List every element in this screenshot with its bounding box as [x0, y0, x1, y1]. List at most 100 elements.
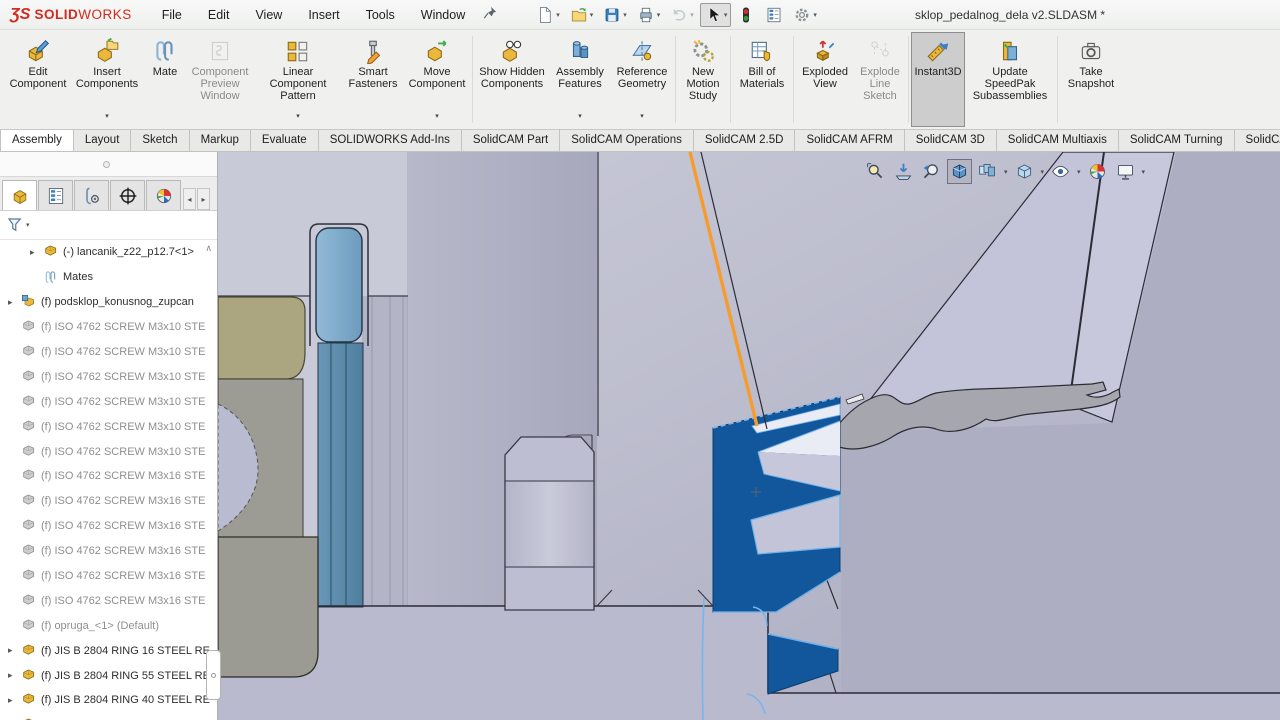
dropdown-icon[interactable]: ▾: [556, 11, 560, 19]
tab-solidcam-multiaxis[interactable]: SolidCAM Multiaxis: [997, 130, 1119, 151]
tree-scroll-up-icon[interactable]: ∧: [205, 243, 212, 254]
tab-solidcam-part[interactable]: SolidCAM Part: [462, 130, 560, 151]
tree-item[interactable]: (f) ISO 4762 SCREW M3x10 STE: [0, 389, 217, 414]
ribbon-button-bill-of-materials[interactable]: Bill of Materials: [733, 32, 791, 127]
expand-arrow-icon[interactable]: ▸: [30, 247, 43, 258]
menu-file[interactable]: File: [162, 8, 182, 22]
dropdown-icon[interactable]: ▾: [813, 11, 817, 19]
menu-window[interactable]: Window: [421, 8, 465, 22]
ribbon-button-explode-line-sketch[interactable]: Explode Line Sketch: [854, 32, 906, 127]
dropdown-icon[interactable]: ▾: [435, 111, 439, 123]
undo-button[interactable]: ▾: [666, 3, 698, 27]
tab-propertymanager[interactable]: [38, 180, 73, 210]
expand-arrow-icon[interactable]: ▸: [8, 670, 21, 681]
dropdown-icon[interactable]: ▾: [657, 11, 661, 19]
tab-solidcam-operations[interactable]: SolidCAM Operations: [560, 130, 694, 151]
section-view-button[interactable]: [947, 159, 972, 184]
ribbon-button-move-component[interactable]: Move Component▾: [404, 32, 470, 127]
dropdown-icon[interactable]: ▾: [724, 11, 728, 19]
pin-icon[interactable]: [483, 5, 498, 25]
document-properties-list-button[interactable]: [761, 3, 787, 27]
dropdown-icon[interactable]: ▾: [640, 111, 644, 123]
tree-item[interactable]: Mates: [0, 265, 217, 290]
print-document-button[interactable]: ▾: [633, 3, 665, 27]
tab-solidcam-turning[interactable]: SolidCAM Turning: [1119, 130, 1235, 151]
menu-view[interactable]: View: [255, 8, 282, 22]
zoom-to-area-button[interactable]: [891, 159, 916, 184]
filter-funnel-icon[interactable]: [6, 216, 24, 234]
ribbon-button-insert-components[interactable]: Insert Components▾: [70, 32, 144, 127]
solidcam-simulator-button[interactable]: [733, 3, 759, 27]
panel-nav-next[interactable]: ▸: [197, 188, 210, 210]
ribbon-button-show-hidden-components[interactable]: Show Hidden Components: [475, 32, 549, 127]
tab-layout[interactable]: Layout: [74, 130, 132, 151]
new-document-button[interactable]: ▾: [532, 3, 564, 27]
tree-item[interactable]: (f) ISO 4762 SCREW M3x16 STE: [0, 514, 217, 539]
sprocket-section[interactable]: [713, 397, 840, 612]
filter-dropdown-icon[interactable]: ▾: [26, 221, 30, 229]
tree-item[interactable]: (f) ISO 4762 SCREW M3x10 STE: [0, 414, 217, 439]
expand-arrow-icon[interactable]: ▸: [8, 297, 21, 308]
ribbon-button-take-snapshot[interactable]: Take Snapshot: [1060, 32, 1122, 127]
seal-cross-section[interactable]: [316, 228, 362, 342]
ribbon-button-smart-fasteners[interactable]: Smart Fasteners: [342, 32, 404, 127]
ribbon-button-exploded-view[interactable]: Exploded View: [796, 32, 854, 127]
tab-solidworks-add-ins[interactable]: SOLIDWORKS Add-Ins: [319, 130, 462, 151]
tab-solidcam-afrm[interactable]: SolidCAM AFRM: [795, 130, 904, 151]
panel-splitter[interactable]: [0, 152, 217, 177]
tree-item[interactable]: (f) ISO 4762 SCREW M3x16 STE: [0, 588, 217, 613]
tree-item[interactable]: (f) ISO 4762 SCREW M3x16 STE: [0, 539, 217, 564]
dropdown-icon[interactable]: ▾: [690, 11, 694, 19]
dropdown-icon[interactable]: ▾: [296, 111, 300, 123]
tree-item[interactable]: (f) ISO 4762 SCREW M3x10 STE: [0, 364, 217, 389]
menu-tools[interactable]: Tools: [366, 8, 395, 22]
menu-insert[interactable]: Insert: [308, 8, 339, 22]
options-gear-button[interactable]: ▾: [789, 3, 821, 27]
tree-item[interactable]: ▸(f) JIS B 2804 RING 40 STEEL RE: [0, 688, 217, 713]
tab-assembly[interactable]: Assembly: [0, 130, 74, 151]
tab-dimxpertmanager[interactable]: [110, 180, 145, 210]
tree-item[interactable]: ▸(-) lancanik_z22_p12.7<1>: [0, 240, 217, 265]
panel-flyout-handle[interactable]: [206, 650, 221, 700]
tab-displaymanager[interactable]: [146, 180, 181, 210]
expand-arrow-icon[interactable]: ▸: [8, 695, 21, 706]
tree-item[interactable]: (f) ISO 4762 SCREW M3x16 STE: [0, 464, 217, 489]
save-document-button[interactable]: ▾: [599, 3, 631, 27]
previous-view-button[interactable]: [919, 159, 944, 184]
open-document-button[interactable]: ▾: [566, 3, 598, 27]
bearing-cone-khaki[interactable]: [218, 297, 305, 379]
select-cursor-button[interactable]: ▾: [700, 3, 732, 27]
expand-arrow-icon[interactable]: ▸: [8, 645, 21, 656]
tab-sketch[interactable]: Sketch: [131, 130, 189, 151]
ribbon-button-reference-geometry[interactable]: Reference Geometry▾: [611, 32, 673, 127]
ribbon-button-instant3d[interactable]: Instant3D: [911, 32, 965, 127]
tab-solidcam-templates[interactable]: SolidCAM Templates: [1235, 130, 1280, 151]
dropdown-icon[interactable]: ▾: [623, 11, 627, 19]
spacer-strip[interactable]: [362, 296, 408, 606]
tab-markup[interactable]: Markup: [190, 130, 251, 151]
dropdown-icon[interactable]: ▾: [105, 111, 109, 123]
tree-item[interactable]: ▸(f) JIS B 2804 RING 55 STEEL RE: [0, 663, 217, 688]
zoom-to-fit-button[interactable]: [863, 159, 888, 184]
tab-configurationmanager[interactable]: [74, 180, 109, 210]
view-settings-button[interactable]: [1113, 159, 1138, 184]
tree-item[interactable]: ▸(f) JIS B 2804 RING 16 STEEL RE: [0, 638, 217, 663]
ribbon-button-mate[interactable]: Mate: [144, 32, 186, 127]
dropdown-icon[interactable]: ▾: [578, 111, 582, 123]
ribbon-button-component-preview-window[interactable]: Component Preview Window: [186, 32, 254, 127]
panel-nav-prev[interactable]: ◂: [183, 188, 196, 210]
ribbon-button-new-motion-study[interactable]: New Motion Study: [678, 32, 728, 127]
tab-featuremanager-design-tree[interactable]: [2, 180, 37, 210]
edit-appearance-button[interactable]: [1085, 159, 1110, 184]
ribbon-button-update-speedpak-subassemblies[interactable]: Update SpeedPak Subassemblies: [965, 32, 1055, 127]
dropdown-icon[interactable]: ▾: [1142, 168, 1146, 176]
view-orientation-button[interactable]: [975, 159, 1000, 184]
hide-show-items-button[interactable]: [1048, 159, 1073, 184]
tree-item[interactable]: (f) ISO 4762 SCREW M3x16 STE: [0, 564, 217, 589]
ribbon-button-edit-component[interactable]: Edit Component: [6, 32, 70, 127]
dropdown-icon[interactable]: ▾: [590, 11, 594, 19]
tab-solidcam-3d[interactable]: SolidCAM 3D: [905, 130, 997, 151]
dropdown-icon[interactable]: ▾: [1077, 168, 1081, 176]
display-style-button[interactable]: [1012, 159, 1037, 184]
tree-item[interactable]: (f) opruga_<1> (Default): [0, 613, 217, 638]
